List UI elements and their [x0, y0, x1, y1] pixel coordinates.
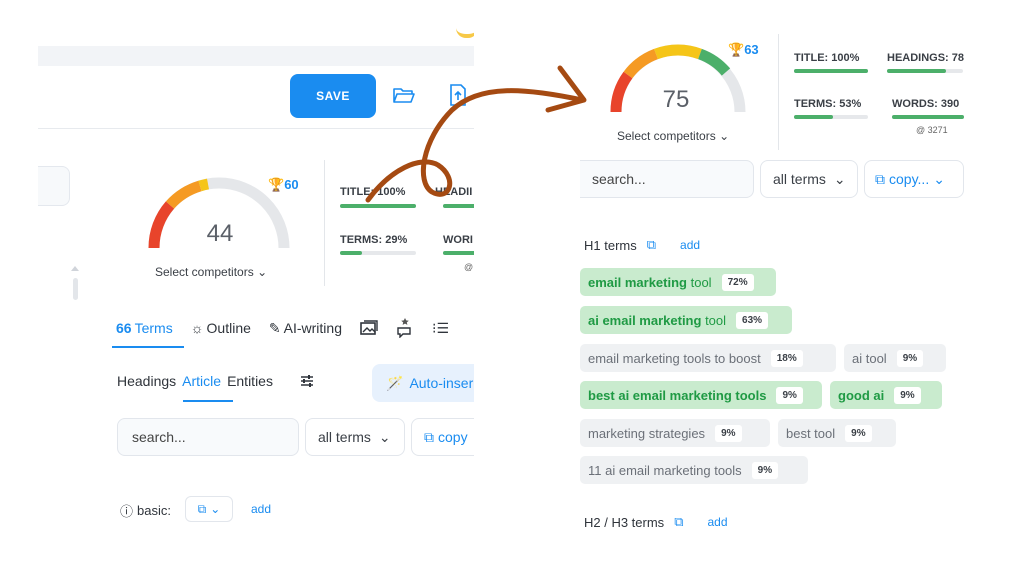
term-chip[interactable]: ai email marketing tool 63% — [580, 306, 792, 334]
active-subtab-indicator — [183, 400, 233, 402]
tab-ai-writing[interactable]: ✎ AI-writing — [269, 318, 342, 338]
chevron-down-icon: ⌄ — [210, 502, 221, 516]
scroll-up-arrow[interactable] — [71, 266, 79, 271]
at-icon: @ — [464, 262, 474, 272]
term-chip[interactable]: good ai 9% — [830, 381, 942, 409]
copy-icon[interactable]: ⧉ — [674, 514, 683, 530]
copy-icon: ⧉ — [424, 428, 434, 445]
chevron-down-icon: ⌄ — [719, 129, 730, 143]
copy-button[interactable]: ⧉ copy — [411, 418, 474, 456]
title-progress-bar — [794, 69, 868, 73]
pen-icon: ✎ — [268, 319, 281, 336]
select-competitors-button[interactable]: Select competitors ⌄ — [155, 265, 267, 279]
list-icon: ⁝☰ — [432, 319, 450, 336]
trophy-icon: 🏆 — [728, 42, 745, 57]
tab-terms[interactable]: 66 Terms — [116, 318, 173, 338]
words-metric: WORI — [443, 234, 473, 246]
image-icon — [360, 320, 378, 335]
subtab-entities[interactable]: Entities — [227, 373, 273, 389]
divider — [778, 34, 779, 150]
curved-arrow-icon — [365, 65, 587, 203]
search-input[interactable]: search... — [580, 160, 754, 198]
terms-filter-select[interactable]: all terms ⌄ — [305, 418, 405, 456]
words-sub-value: @ 3271 — [916, 125, 948, 135]
terms-metric: TERMS: 29% — [340, 234, 408, 246]
words-progress-bar — [443, 251, 474, 255]
basic-section-label: ⓘ basic: — [120, 503, 171, 519]
tab-images[interactable] — [360, 318, 378, 338]
score-value: 44 — [206, 220, 234, 247]
tab-chat[interactable] — [396, 318, 414, 338]
words-metric: WORDS: 390 — [892, 98, 960, 110]
sub-tabs: Headings Article Entities — [117, 373, 273, 389]
right-screenshot-panel: 75 🏆63 Select competitors ⌄ TITLE: 100% … — [580, 0, 966, 576]
h1-terms-heading: H1 terms ⧉ add — [584, 237, 701, 253]
auto-insert-button[interactable]: 🪄 Auto-inser — [372, 364, 474, 402]
terms-progress-bar — [794, 115, 868, 119]
magic-wand-icon: 🪄 — [386, 374, 404, 391]
divider — [324, 160, 325, 286]
chat-star-icon — [397, 318, 411, 338]
copy-icon: ⧉ — [875, 170, 885, 187]
title-metric: TITLE: 100% — [794, 52, 860, 64]
active-tab-indicator — [112, 346, 184, 348]
chevron-down-icon: ⌄ — [257, 265, 268, 279]
main-tabs: 66 Terms ☼ Outline ✎ AI-writing ⁝☰ — [116, 318, 449, 338]
chevron-down-icon: ⌄ — [833, 170, 846, 187]
terms-metric: TERMS: 53% — [794, 98, 862, 110]
basic-copy-dropdown[interactable]: ⧉ ⌄ — [185, 496, 233, 522]
add-h1-term-link[interactable]: add — [680, 238, 700, 252]
tab-list[interactable]: ⁝☰ — [432, 318, 449, 338]
sliders-icon[interactable] — [300, 374, 314, 388]
chevron-down-icon: ⌄ — [378, 428, 391, 445]
terms-progress-bar — [340, 251, 416, 255]
term-chip[interactable]: email marketing tools to boost 18% — [580, 344, 836, 372]
h2-h3-terms-heading: H2 / H3 terms ⧉ add — [584, 514, 728, 530]
search-input[interactable]: search... — [117, 418, 299, 456]
headings-metric: HEADINGS: 78 — [887, 52, 965, 64]
scrollbar-thumb[interactable] — [73, 278, 78, 300]
tab-outline[interactable]: ☼ Outline — [191, 318, 251, 338]
bulb-icon: ☼ — [190, 320, 204, 336]
subtab-article[interactable]: Article — [182, 373, 221, 389]
copy-button[interactable]: ⧉ copy... ⌄ — [864, 160, 964, 198]
copy-icon[interactable]: ⧉ — [647, 237, 656, 253]
term-chip[interactable]: email marketing tool 72% — [580, 268, 776, 296]
term-chip[interactable]: 11 ai email marketing tools 9% — [580, 456, 808, 484]
chevron-down-icon: ⌄ — [933, 170, 945, 187]
info-icon: ⓘ — [120, 504, 134, 519]
words-progress-bar — [892, 115, 964, 119]
competitor-score: 🏆63 — [728, 42, 759, 57]
term-chip[interactable]: ai tool 9% — [844, 344, 946, 372]
select-competitors-button[interactable]: Select competitors ⌄ — [617, 129, 729, 143]
term-chip[interactable]: best tool 9% — [778, 419, 896, 447]
headings-progress-bar — [887, 69, 963, 73]
sun-icon — [456, 28, 474, 38]
add-basic-term-link[interactable]: add — [251, 502, 271, 516]
trophy-icon: 🏆 — [268, 177, 285, 192]
terms-filter-select[interactable]: all terms ⌄ — [760, 160, 858, 198]
quote-icon: 66 — [116, 320, 132, 336]
score-value: 75 — [662, 86, 690, 113]
copy-icon: ⧉ — [197, 501, 207, 516]
term-chip[interactable]: marketing strategies 9% — [580, 419, 770, 447]
subtab-headings[interactable]: Headings — [117, 373, 176, 389]
search-box-edge[interactable] — [38, 166, 70, 206]
add-h2-term-link[interactable]: add — [707, 515, 727, 529]
competitor-score: 🏆60 — [268, 177, 299, 192]
term-chip[interactable]: best ai email marketing tools 9% — [580, 381, 822, 409]
